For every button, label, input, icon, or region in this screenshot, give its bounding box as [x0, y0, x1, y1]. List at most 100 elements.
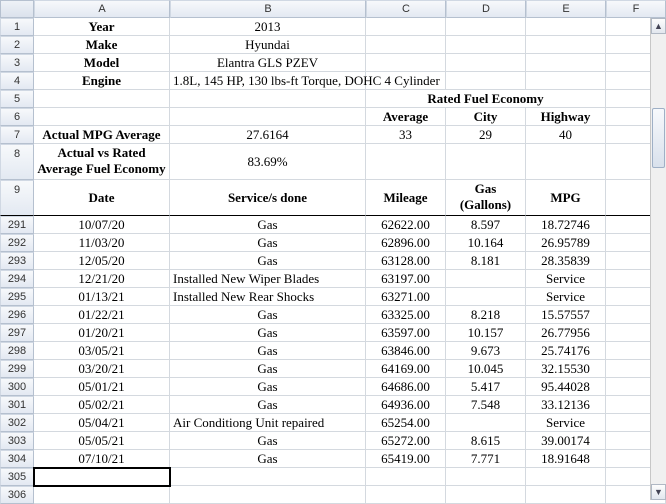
- cell-blank[interactable]: [366, 36, 446, 54]
- cell-gallons[interactable]: [446, 270, 526, 288]
- cell-gallons[interactable]: 9.673: [446, 342, 526, 360]
- cell-mpg[interactable]: 33.12136: [526, 396, 606, 414]
- cell-mpg[interactable]: 95.44028: [526, 378, 606, 396]
- cell-mpg[interactable]: 15.57557: [526, 306, 606, 324]
- cell-mileage[interactable]: 65254.00: [366, 414, 446, 432]
- cell-blank[interactable]: [366, 54, 446, 72]
- col-date-header[interactable]: Date: [34, 180, 170, 216]
- cell-rated-avg[interactable]: 33: [366, 126, 446, 144]
- cell-year-value[interactable]: 2013: [170, 18, 366, 36]
- cell-date[interactable]: 07/10/21: [34, 450, 170, 468]
- cell-mileage[interactable]: 62896.00: [366, 234, 446, 252]
- cell-gallons[interactable]: 8.181: [446, 252, 526, 270]
- row-header[interactable]: 295: [0, 288, 34, 306]
- row-header[interactable]: 301: [0, 396, 34, 414]
- col-header-F[interactable]: F: [606, 0, 666, 18]
- cell-blank[interactable]: [170, 486, 366, 504]
- col-mileage-header[interactable]: Mileage: [366, 180, 446, 216]
- cell-blank[interactable]: [446, 36, 526, 54]
- cell-gallons[interactable]: 7.548: [446, 396, 526, 414]
- cell-mileage[interactable]: 64686.00: [366, 378, 446, 396]
- row-header[interactable]: 296: [0, 306, 34, 324]
- cell-date[interactable]: 05/01/21: [34, 378, 170, 396]
- cell-date[interactable]: 05/02/21: [34, 396, 170, 414]
- cell-date[interactable]: 10/07/20: [34, 216, 170, 234]
- col-header-E[interactable]: E: [526, 0, 606, 18]
- cell-service[interactable]: Gas: [170, 252, 366, 270]
- cell-date[interactable]: 03/20/21: [34, 360, 170, 378]
- cell-date[interactable]: 03/05/21: [34, 342, 170, 360]
- cell-rated-title[interactable]: Rated Fuel Economy: [366, 90, 606, 108]
- cell-blank[interactable]: [34, 486, 170, 504]
- cell-actual-mpg-value[interactable]: 27.6164: [170, 126, 366, 144]
- cell-blank[interactable]: [526, 36, 606, 54]
- cell-mileage[interactable]: 62622.00: [366, 216, 446, 234]
- row-header[interactable]: 1: [0, 18, 34, 36]
- row-header[interactable]: 293: [0, 252, 34, 270]
- cell-service[interactable]: Gas: [170, 360, 366, 378]
- select-all-corner[interactable]: [0, 0, 34, 18]
- cell-mileage[interactable]: 63325.00: [366, 306, 446, 324]
- cell-mpg[interactable]: Service: [526, 288, 606, 306]
- cell-gallons[interactable]: 8.615: [446, 432, 526, 450]
- cell-gallons[interactable]: 7.771: [446, 450, 526, 468]
- cell-gallons[interactable]: [446, 414, 526, 432]
- cell-mpg[interactable]: 26.95789: [526, 234, 606, 252]
- cell-rated-avg-label[interactable]: Average: [366, 108, 446, 126]
- spreadsheet-grid[interactable]: A B C D E F 1 Year 2013 2 Make Hyundai 3…: [0, 0, 666, 504]
- row-header[interactable]: 303: [0, 432, 34, 450]
- cell-service[interactable]: Gas: [170, 378, 366, 396]
- cell-mileage[interactable]: 63846.00: [366, 342, 446, 360]
- row-header[interactable]: 304: [0, 450, 34, 468]
- cell-blank[interactable]: [446, 144, 526, 180]
- cell-blank[interactable]: [526, 72, 606, 90]
- scroll-down-button[interactable]: ▼: [651, 484, 666, 500]
- cell-mpg[interactable]: 18.91648: [526, 450, 606, 468]
- cell-date[interactable]: 01/13/21: [34, 288, 170, 306]
- cell-blank[interactable]: [34, 90, 170, 108]
- cell-service[interactable]: Gas: [170, 324, 366, 342]
- cell-mpg[interactable]: 32.15530: [526, 360, 606, 378]
- cell-mpg[interactable]: Service: [526, 270, 606, 288]
- cell-service[interactable]: Installed New Wiper Blades: [170, 270, 366, 288]
- cell-actual-mpg-label[interactable]: Actual MPG Average: [34, 126, 170, 144]
- cell-service[interactable]: Gas: [170, 306, 366, 324]
- cell-blank[interactable]: [446, 468, 526, 486]
- scroll-thumb[interactable]: [652, 108, 665, 168]
- cell-date[interactable]: 01/20/21: [34, 324, 170, 342]
- cell-make-value[interactable]: Hyundai: [170, 36, 366, 54]
- row-header[interactable]: 299: [0, 360, 34, 378]
- col-service-header[interactable]: Service/s done: [170, 180, 366, 216]
- row-header[interactable]: 305: [0, 468, 34, 486]
- cell-date[interactable]: 12/05/20: [34, 252, 170, 270]
- cell-gallons[interactable]: 10.157: [446, 324, 526, 342]
- cell-rated-hwy-label[interactable]: Highway: [526, 108, 606, 126]
- cell-service[interactable]: Gas: [170, 342, 366, 360]
- row-header[interactable]: 3: [0, 54, 34, 72]
- cell-mpg[interactable]: 39.00174: [526, 432, 606, 450]
- cell-mpg[interactable]: 26.77956: [526, 324, 606, 342]
- cell-year-label[interactable]: Year: [34, 18, 170, 36]
- cell-mileage[interactable]: 63197.00: [366, 270, 446, 288]
- cell-service[interactable]: Gas: [170, 396, 366, 414]
- cell-date[interactable]: 05/05/21: [34, 432, 170, 450]
- cell-model-label[interactable]: Model: [34, 54, 170, 72]
- cell-blank[interactable]: [446, 54, 526, 72]
- cell-ratio-value[interactable]: 83.69%: [170, 144, 366, 180]
- row-header[interactable]: 8: [0, 144, 34, 180]
- cell-blank[interactable]: [526, 18, 606, 36]
- cell-blank[interactable]: [170, 108, 366, 126]
- cell-mpg[interactable]: 18.72746: [526, 216, 606, 234]
- cell-rated-city-label[interactable]: City: [446, 108, 526, 126]
- row-header[interactable]: 9: [0, 180, 34, 216]
- cell-blank[interactable]: [34, 468, 170, 486]
- row-header[interactable]: 5: [0, 90, 34, 108]
- row-header[interactable]: 7: [0, 126, 34, 144]
- row-header[interactable]: 298: [0, 342, 34, 360]
- cell-mpg[interactable]: 25.74176: [526, 342, 606, 360]
- row-header[interactable]: 300: [0, 378, 34, 396]
- cell-mpg[interactable]: 28.35839: [526, 252, 606, 270]
- cell-service[interactable]: Gas: [170, 216, 366, 234]
- vertical-scrollbar[interactable]: ▲ ▼: [650, 18, 666, 500]
- row-header[interactable]: 292: [0, 234, 34, 252]
